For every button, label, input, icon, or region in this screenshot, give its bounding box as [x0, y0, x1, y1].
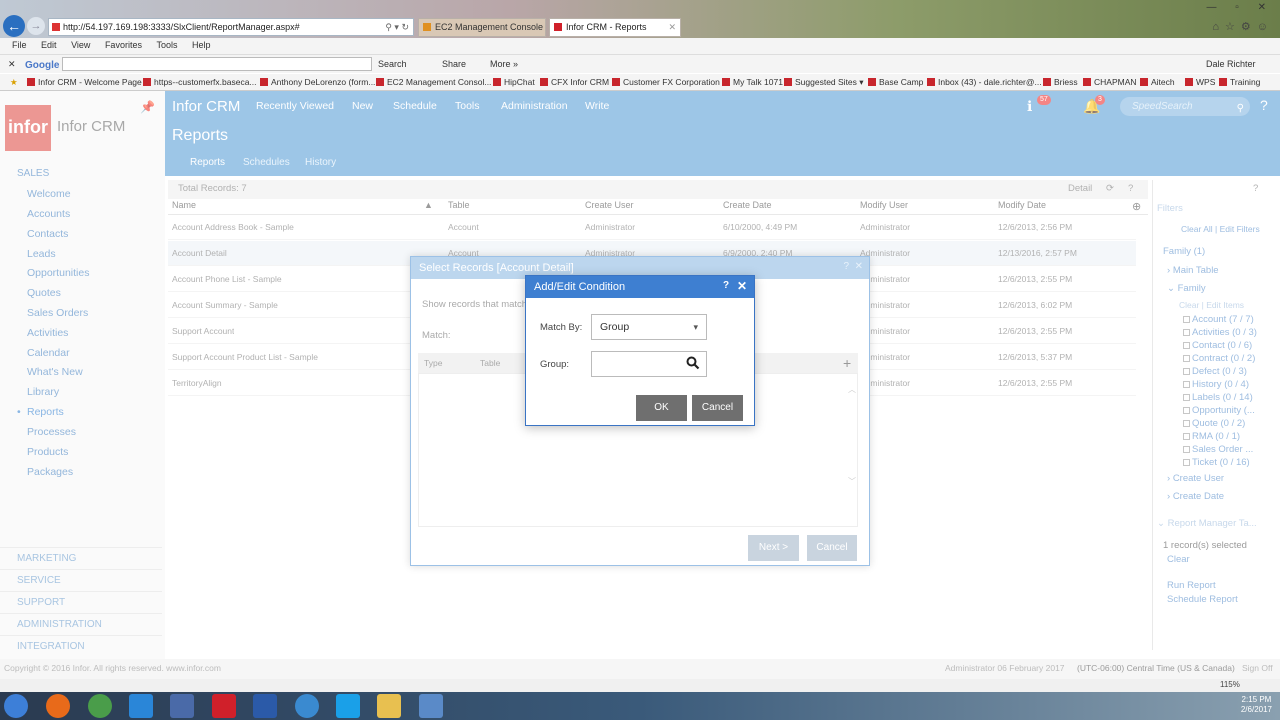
- dialog-help-close-icon[interactable]: ? ✕: [844, 261, 864, 272]
- google-toolbar: ✕ Google Search Share More » Dale Richte…: [0, 54, 1280, 73]
- word-icon[interactable]: [253, 694, 277, 718]
- show-records-label: Show records that match: [422, 299, 528, 310]
- infor-favicon-icon: [554, 23, 562, 31]
- tab-label: Infor CRM - Reports: [566, 22, 647, 32]
- close-tab-icon[interactable]: ✕: [668, 19, 676, 36]
- fav-link[interactable]: Inbox (43) - dale.richter@...: [927, 74, 1042, 90]
- fav-link[interactable]: WPS: [1185, 74, 1215, 90]
- system-clock[interactable]: 2:15 PM 2/6/2017: [1241, 695, 1272, 715]
- outer-cancel-button[interactable]: Cancel: [807, 535, 857, 561]
- snipping-tool-icon[interactable]: [419, 694, 443, 718]
- more-button[interactable]: More »: [490, 56, 518, 73]
- chat-icon[interactable]: [295, 694, 319, 718]
- share-button[interactable]: Share: [442, 56, 466, 73]
- menu-tools[interactable]: Tools: [156, 40, 177, 50]
- browser-title-bar: ← → http://54.197.169.198:3333/SlxClient…: [0, 0, 1280, 38]
- close-toolbar-icon[interactable]: ✕: [8, 56, 16, 73]
- chevron-down-icon: ▾: [693, 322, 698, 332]
- browser-menubar: File Edit View Favorites Tools Help: [0, 38, 1280, 54]
- search-icon[interactable]: [686, 356, 700, 370]
- add-condition-icon[interactable]: +: [843, 355, 851, 371]
- match-label: Match:: [422, 330, 451, 341]
- fav-link[interactable]: Customer FX Corporation: [612, 74, 720, 90]
- fav-link[interactable]: https--customerfx.baseca...: [143, 74, 257, 90]
- help-icon[interactable]: ?: [723, 280, 729, 291]
- fav-link[interactable]: Briess: [1043, 74, 1078, 90]
- menu-edit[interactable]: Edit: [41, 40, 57, 50]
- col-type[interactable]: Type: [424, 353, 442, 373]
- window-controls[interactable]: — ▫ ✕: [1207, 2, 1274, 13]
- add-edit-condition-dialog: Add/Edit Condition ? ✕ Match By: Group ▾…: [525, 275, 755, 426]
- favorites-star-icon[interactable]: ★: [10, 74, 18, 90]
- chrome-icon[interactable]: [88, 694, 112, 718]
- google-search-button[interactable]: Search: [378, 56, 407, 73]
- match-by-value: Group: [600, 321, 630, 333]
- fav-link[interactable]: Infor CRM - Welcome Page: [27, 74, 142, 90]
- group-label: Group:: [540, 359, 570, 370]
- ie-icon[interactable]: [129, 694, 153, 718]
- tab-label: EC2 Management Console: [435, 22, 544, 32]
- address-tools-icon[interactable]: ⚲ ▾ ↻: [385, 19, 409, 35]
- group-input[interactable]: [591, 351, 707, 377]
- user-menu[interactable]: Dale Richter: [1206, 56, 1256, 73]
- google-search-input[interactable]: [62, 57, 372, 71]
- back-button[interactable]: ←: [3, 15, 25, 37]
- clock-date: 2/6/2017: [1240, 705, 1272, 714]
- firefox-icon[interactable]: [46, 694, 70, 718]
- site-favicon-icon: [52, 23, 60, 31]
- fav-link[interactable]: Suggested Sites ▾: [784, 74, 864, 90]
- fav-link[interactable]: CFX Infor CRM: [540, 74, 609, 90]
- match-by-label: Match By:: [540, 322, 583, 333]
- start-button[interactable]: [4, 694, 28, 718]
- skype-icon[interactable]: [336, 694, 360, 718]
- forward-button[interactable]: →: [27, 17, 45, 35]
- menu-view[interactable]: View: [71, 40, 90, 50]
- fav-link[interactable]: EC2 Management Consol...: [376, 74, 491, 90]
- fav-link[interactable]: Aitech: [1140, 74, 1175, 90]
- close-icon[interactable]: ✕: [737, 279, 747, 293]
- home-star-gear-icon[interactable]: ⌂☆⚙☺: [1212, 20, 1274, 33]
- browser-statusbar: 115%: [0, 679, 1280, 692]
- tab-infor-reports[interactable]: Infor CRM - Reports ✕: [549, 18, 681, 37]
- dialog-title: Add/Edit Condition: [526, 276, 754, 298]
- clock-time: 2:15 PM: [1241, 695, 1272, 704]
- fav-link[interactable]: My Talk 1071: [722, 74, 783, 90]
- remote-desktop-icon[interactable]: [170, 694, 194, 718]
- fav-link[interactable]: Anthony DeLorenzo (form...: [260, 74, 375, 90]
- match-by-select[interactable]: Group ▾: [591, 314, 707, 340]
- zoom-level[interactable]: 115%: [1220, 679, 1240, 691]
- fav-link[interactable]: HipChat: [493, 74, 535, 90]
- windows-taskbar: 2:15 PM 2/6/2017: [0, 692, 1280, 720]
- menu-help[interactable]: Help: [192, 40, 211, 50]
- folder-icon[interactable]: [377, 694, 401, 718]
- next-button[interactable]: Next >: [748, 535, 799, 561]
- infor-taskbar-icon[interactable]: [212, 694, 236, 718]
- tab-ec2-console[interactable]: EC2 Management Console: [418, 18, 546, 37]
- scrollbar[interactable]: ︿ ﹀: [847, 384, 857, 510]
- fav-link[interactable]: CHAPMAN: [1083, 74, 1137, 90]
- fav-link[interactable]: Training: [1219, 74, 1260, 90]
- address-text: http://54.197.169.198:3333/SlxClient/Rep…: [63, 22, 300, 32]
- menu-favorites[interactable]: Favorites: [105, 40, 142, 50]
- cancel-button[interactable]: Cancel: [692, 395, 743, 421]
- ok-button[interactable]: OK: [636, 395, 687, 421]
- address-bar[interactable]: http://54.197.169.198:3333/SlxClient/Rep…: [48, 18, 414, 36]
- favorites-bar: ★ Infor CRM - Welcome Page https--custom…: [0, 74, 1280, 91]
- google-logo: Google: [25, 60, 60, 71]
- fav-link[interactable]: Base Camp: [868, 74, 923, 90]
- col-table[interactable]: Table: [480, 353, 500, 373]
- ec2-favicon-icon: [423, 23, 431, 31]
- menu-file[interactable]: File: [12, 40, 27, 50]
